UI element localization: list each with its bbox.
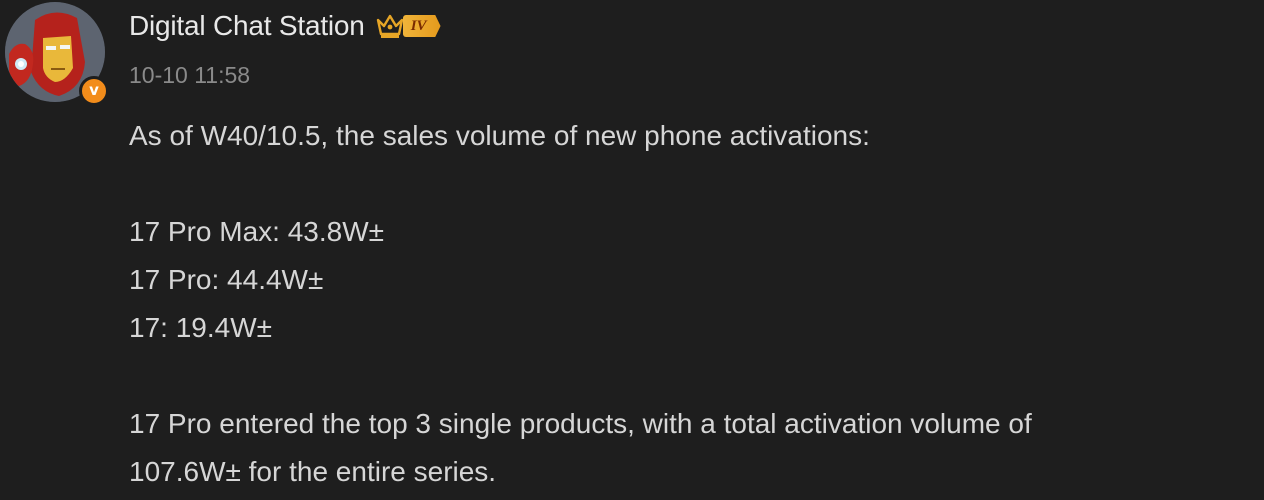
avatar-container[interactable]: v: [5, 2, 109, 106]
verified-v-badge-icon: v: [79, 76, 109, 106]
stat-line: 17 Pro Max: 43.8W±: [129, 216, 385, 247]
post-content: As of W40/10.5, the sales volume of new …: [129, 112, 1229, 496]
conclusion-text-line2: 107.6W± for the entire series.: [129, 456, 497, 487]
level-badge[interactable]: IV: [402, 15, 441, 37]
conclusion-text-line1: 17 Pro entered the top 3 single products…: [129, 408, 1032, 439]
crown-icon: [375, 12, 405, 40]
author-name[interactable]: Digital Chat Station: [129, 10, 365, 42]
post-timestamp[interactable]: 10-10 11:58: [129, 62, 250, 89]
post-header: Digital Chat Station IV: [129, 10, 441, 42]
stat-line: 17 Pro: 44.4W±: [129, 264, 324, 295]
intro-text: As of W40/10.5, the sales volume of new …: [129, 120, 870, 151]
weibo-post: v Digital Chat Station IV 10-10 11:58 As…: [0, 0, 1264, 500]
stat-line: 17: 19.4W±: [129, 312, 272, 343]
